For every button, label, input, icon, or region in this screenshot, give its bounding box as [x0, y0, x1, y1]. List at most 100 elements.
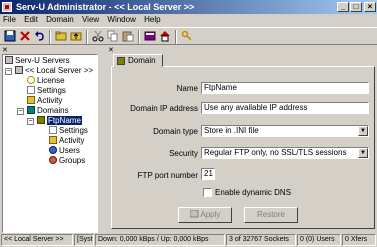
close-icon[interactable]: ✕	[108, 46, 114, 54]
tree-item-label: Settings	[59, 126, 88, 135]
tree-item-label: Activity	[59, 136, 85, 145]
tree-item-label: Users	[59, 146, 80, 155]
status-xfers: 0 Xfers	[342, 234, 376, 246]
folder-open-icon[interactable]	[54, 30, 68, 44]
delete-icon[interactable]	[18, 30, 32, 44]
domain-panel: ✕ Domain Name FtpName Domain IP address …	[107, 46, 377, 233]
dynamic-dns-label: Enable dynamic DNS	[215, 188, 292, 197]
status-sockets: 3 of 32767 Sockets	[226, 234, 296, 246]
title-bar: Serv-U Administrator - << Local Server >…	[0, 0, 377, 14]
name-label: Name	[176, 84, 198, 93]
collapse-icon[interactable]: −	[17, 108, 24, 115]
tab-domain-label: Domain	[128, 56, 156, 65]
tree-item-activity[interactable]: Activity	[27, 96, 62, 106]
security-label: Security	[169, 149, 198, 158]
menu-file[interactable]: File	[0, 14, 19, 25]
name-field[interactable]: FtpName	[201, 82, 369, 94]
domain-tab-panel: Name FtpName Domain IP address Use any a…	[111, 66, 375, 229]
domain-icon	[117, 57, 125, 65]
tree-item-label: FtpName	[47, 116, 82, 125]
domain-icon	[37, 116, 45, 124]
home-icon[interactable]	[158, 30, 172, 44]
tree-item-label: Domains	[37, 106, 69, 115]
tree-item-label: Settings	[37, 86, 66, 95]
tree-panel: ✕ Serv-U Servers − << Local Server >> Li…	[0, 46, 103, 233]
ip-label: Domain IP address	[130, 104, 198, 113]
copy-icon[interactable]	[106, 30, 120, 44]
menu-domain[interactable]: Domain	[43, 14, 77, 25]
users-icon	[49, 146, 57, 154]
domain-type-select[interactable]: Store in .INI file ▼	[201, 125, 369, 137]
key-icon	[27, 76, 35, 84]
tree-item-server[interactable]: << Local Server >>	[15, 66, 93, 76]
settings-icon	[49, 126, 57, 134]
tree-item-domain-settings[interactable]: Settings	[49, 126, 88, 136]
tree-root[interactable]: Serv-U Servers	[5, 56, 70, 66]
status-users: 0 (0) Users	[297, 234, 341, 246]
toolbar-separator	[49, 30, 51, 44]
servers-icon	[5, 56, 13, 64]
tree-item-domain-activity[interactable]: Activity	[49, 136, 84, 146]
apply-button-label: Apply	[200, 210, 221, 219]
collapse-icon[interactable]: −	[27, 118, 34, 125]
minimize-button[interactable]: _	[337, 2, 349, 12]
ip-value: Use any available IP address	[204, 103, 308, 112]
tree-item-label: License	[37, 76, 65, 85]
tree-item-domains[interactable]: Domains	[27, 106, 69, 116]
tree-item-server-label: << Local Server >>	[25, 66, 94, 75]
tree-item-settings[interactable]: Settings	[27, 86, 66, 96]
toolbar	[0, 27, 377, 45]
security-value: Regular FTP only, no SSL/TLS sessions	[204, 148, 347, 157]
apply-icon	[189, 209, 199, 218]
domain-type-value: Store in .INI file	[204, 126, 259, 135]
key-icon[interactable]	[180, 30, 194, 44]
tree-item-license[interactable]: License	[27, 76, 65, 86]
restore-button[interactable]: Restore	[244, 207, 298, 223]
security-select[interactable]: Regular FTP only, no SSL/TLS sessions ▼	[201, 147, 369, 159]
settings-icon	[27, 86, 35, 94]
status-server: << Local Server >>	[1, 234, 73, 246]
domains-icon	[27, 106, 35, 114]
menu-window[interactable]: Window	[104, 14, 138, 25]
chevron-down-icon[interactable]: ▼	[358, 126, 368, 136]
dynamic-dns-checkbox[interactable]	[203, 188, 212, 197]
menu-edit[interactable]: Edit	[21, 14, 41, 25]
restore-button-label: Restore	[256, 210, 285, 219]
apply-button[interactable]: Apply	[178, 207, 232, 223]
app-icon	[2, 2, 12, 12]
folder-up-icon[interactable]	[69, 30, 83, 44]
server-tree: Serv-U Servers − << Local Server >> Lice…	[2, 54, 98, 233]
ip-select[interactable]: Use any available IP address	[201, 102, 369, 114]
toolbar-separator	[138, 30, 140, 44]
close-button[interactable]: ×	[364, 2, 376, 12]
toolbar-separator	[175, 30, 177, 44]
chevron-down-icon[interactable]: ▼	[358, 148, 368, 158]
paste-icon[interactable]	[121, 30, 135, 44]
port-label: FTP port number	[137, 171, 198, 180]
toolbar-separator	[86, 30, 88, 44]
server-icon	[15, 66, 23, 74]
domain-type-label: Domain type	[153, 127, 198, 136]
tab-domain[interactable]: Domain	[113, 54, 163, 67]
maximize-button[interactable]: □	[350, 2, 362, 12]
activity-icon	[49, 136, 57, 144]
tree-item-groups[interactable]: Groups	[49, 156, 85, 166]
cut-icon[interactable]	[91, 30, 105, 44]
tree-item-label: Groups	[59, 156, 86, 165]
tree-item-users[interactable]: Users	[49, 146, 80, 156]
menu-view[interactable]: View	[79, 14, 102, 25]
status-bar: << Local Server >> [Syst Down: 0,000 kBp…	[0, 233, 377, 247]
save-icon[interactable]	[3, 30, 17, 44]
port-field[interactable]: 21	[201, 168, 215, 180]
tree-item-domain-ftpname[interactable]: FtpName	[37, 116, 82, 126]
collapse-icon[interactable]: −	[5, 68, 12, 75]
menu-bar: File Edit Domain View Window Help	[0, 14, 377, 27]
tree-item-label: Activity	[37, 96, 63, 105]
window-title: Serv-U Administrator - << Local Server >…	[16, 2, 195, 12]
undo-icon[interactable]	[33, 30, 47, 44]
menu-help[interactable]: Help	[141, 14, 163, 25]
status-speed: Down: 0,000 kBps / Up: 0,000 kBps	[95, 234, 225, 246]
tree-root-label: Serv-U Servers	[15, 56, 70, 65]
book-icon[interactable]	[143, 30, 157, 44]
close-icon[interactable]: ✕	[2, 46, 8, 54]
